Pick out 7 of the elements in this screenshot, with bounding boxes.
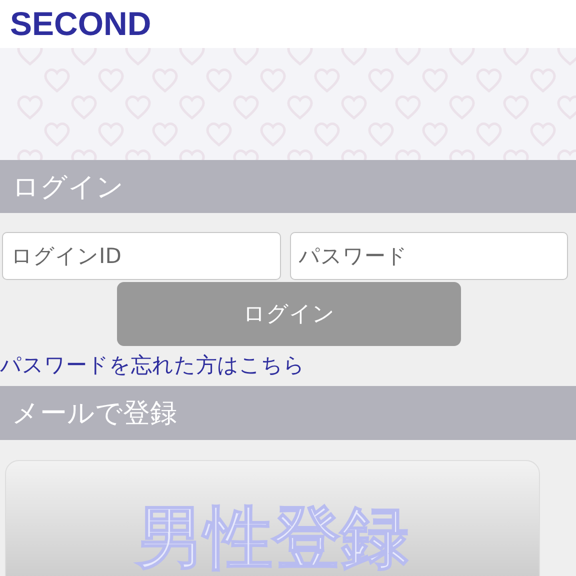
section-title: メールで登録 [12, 397, 177, 431]
site-title: SECOND [10, 5, 152, 43]
forgot-password-link[interactable]: パスワードを忘れた方はこちら [0, 352, 576, 378]
login-button[interactable]: ログイン [117, 282, 461, 346]
password-field[interactable]: パスワード [290, 232, 568, 280]
login-id-field[interactable]: ログインID [2, 232, 280, 280]
section-title: ログイン [12, 170, 124, 204]
